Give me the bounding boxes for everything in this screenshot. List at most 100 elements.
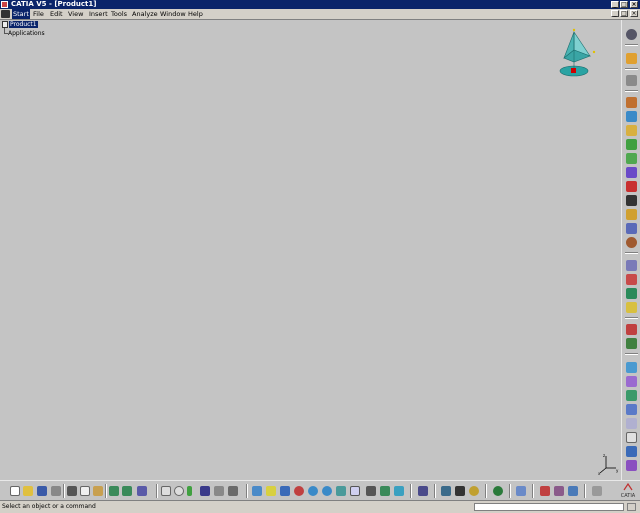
fix-together-icon[interactable] [626, 390, 637, 401]
fix-component-icon[interactable] [626, 376, 637, 387]
explode-icon[interactable] [626, 274, 637, 285]
paste-icon[interactable] [93, 486, 103, 496]
compass-icon[interactable] [556, 26, 600, 80]
quick-constraint-icon[interactable] [626, 404, 637, 415]
minimize-button[interactable]: _ [611, 1, 619, 8]
render-icon[interactable] [554, 486, 564, 496]
chain-icon[interactable] [626, 29, 637, 40]
angle-constraint-icon[interactable] [626, 362, 637, 373]
update-icon[interactable] [626, 432, 637, 443]
iso-view-icon[interactable] [366, 486, 376, 496]
existing-component-icon[interactable] [626, 153, 637, 164]
catalog-icon[interactable] [626, 97, 637, 108]
sketch-icon[interactable] [626, 53, 637, 64]
insert-component-icon[interactable] [626, 111, 637, 122]
snap-icon[interactable] [626, 260, 637, 271]
flexible-rigid-icon[interactable] [626, 418, 637, 429]
material-icon[interactable] [568, 486, 578, 496]
doc-minimize-button[interactable]: _ [611, 10, 619, 17]
toolbar-separator [105, 484, 107, 498]
tree-node-applications[interactable]: Applications [8, 30, 45, 37]
title-bar: CATIA V5 - [Product1] _ □ × [0, 0, 640, 9]
tree-node-product[interactable]: Product1 [9, 21, 38, 28]
toolbar-separator [625, 252, 638, 254]
generate-numbering-icon[interactable] [626, 195, 637, 206]
formula-constraint-icon[interactable] [626, 460, 637, 471]
copy-icon[interactable] [80, 486, 90, 496]
distance-icon[interactable] [493, 486, 503, 496]
measure-icon[interactable] [418, 486, 428, 496]
rotate-icon[interactable] [294, 486, 304, 496]
tools-icon[interactable] [540, 486, 550, 496]
menu-view[interactable]: View [68, 9, 83, 19]
zoom-in-icon[interactable] [308, 486, 318, 496]
toolbar-separator [625, 68, 638, 70]
undo-icon[interactable] [109, 486, 119, 496]
command-button[interactable] [627, 503, 636, 511]
offset-constraint-icon[interactable] [626, 338, 637, 349]
fly-mode-icon[interactable] [252, 486, 262, 496]
graph-tree-icon[interactable] [626, 181, 637, 192]
grid-icon[interactable] [592, 486, 602, 496]
doc-restore-button[interactable]: □ [620, 10, 628, 17]
right-toolbar [621, 20, 640, 480]
knowledge-icon[interactable] [187, 486, 192, 496]
hide-icon[interactable] [394, 486, 404, 496]
catalog-browser-icon[interactable] [516, 486, 526, 496]
insert-product-icon[interactable] [626, 125, 637, 136]
product-icon[interactable] [2, 21, 8, 28]
menu-window[interactable]: Window [160, 9, 186, 19]
3d-workspace[interactable]: Product1 Applications z y x [0, 20, 621, 480]
fast-multi-instantiation-icon[interactable] [626, 223, 637, 234]
window-title: CATIA V5 - [Product1] [11, 0, 97, 8]
redo-icon[interactable] [122, 486, 132, 496]
space-analysis-icon[interactable] [441, 486, 451, 496]
table-icon[interactable] [200, 486, 210, 496]
menu-edit[interactable]: Edit [50, 9, 63, 19]
menu-tools[interactable]: Tools [111, 9, 127, 19]
catia-brand-text: CATIA [620, 493, 636, 499]
sectioning-icon[interactable] [469, 486, 479, 496]
shading-icon[interactable] [380, 486, 390, 496]
close-button[interactable]: × [630, 1, 638, 8]
menu-file[interactable]: File [33, 9, 44, 19]
comment-icon[interactable] [174, 486, 184, 496]
save-icon[interactable] [37, 486, 47, 496]
command-input[interactable] [474, 503, 624, 511]
whats-this-icon[interactable] [137, 486, 147, 496]
toolbar-separator [532, 484, 534, 498]
clash-icon[interactable] [455, 486, 465, 496]
coincidence-constraint-icon[interactable] [626, 302, 637, 313]
menu-insert[interactable]: Insert [89, 9, 108, 19]
hide-show-icon[interactable] [214, 486, 224, 496]
zoom-out-icon[interactable] [322, 486, 332, 496]
parameters-icon[interactable] [626, 446, 637, 457]
pan-icon[interactable] [280, 486, 290, 496]
new-icon[interactable] [10, 486, 20, 496]
document-icon[interactable] [1, 10, 10, 18]
stop-manipulate-icon[interactable] [626, 288, 637, 299]
formula-icon[interactable] [161, 486, 171, 496]
status-bar: Select an object or a command [0, 500, 640, 513]
toolbar-separator [246, 484, 248, 498]
menu-help[interactable]: Help [188, 9, 203, 19]
manipulation-icon[interactable] [626, 237, 637, 248]
menu-start[interactable]: Start [12, 9, 30, 19]
normal-view-icon[interactable] [336, 486, 346, 496]
multi-view-icon[interactable] [350, 486, 360, 496]
replace-component-icon[interactable] [626, 167, 637, 178]
cube-icon[interactable] [626, 75, 637, 86]
catia-app-icon[interactable] [1, 1, 8, 8]
cut-icon[interactable] [67, 486, 77, 496]
fit-all-icon[interactable] [266, 486, 276, 496]
maximize-button[interactable]: □ [620, 1, 628, 8]
multi-instantiation-icon[interactable] [626, 209, 637, 220]
menu-analyze[interactable]: Analyze [132, 9, 158, 19]
contact-constraint-icon[interactable] [626, 324, 637, 335]
swap-icon[interactable] [228, 486, 238, 496]
open-icon[interactable] [23, 486, 33, 496]
catia-logo: CATIA [618, 482, 638, 499]
print-icon[interactable] [51, 486, 61, 496]
insert-part-icon[interactable] [626, 139, 637, 150]
doc-close-button[interactable]: × [630, 10, 638, 17]
